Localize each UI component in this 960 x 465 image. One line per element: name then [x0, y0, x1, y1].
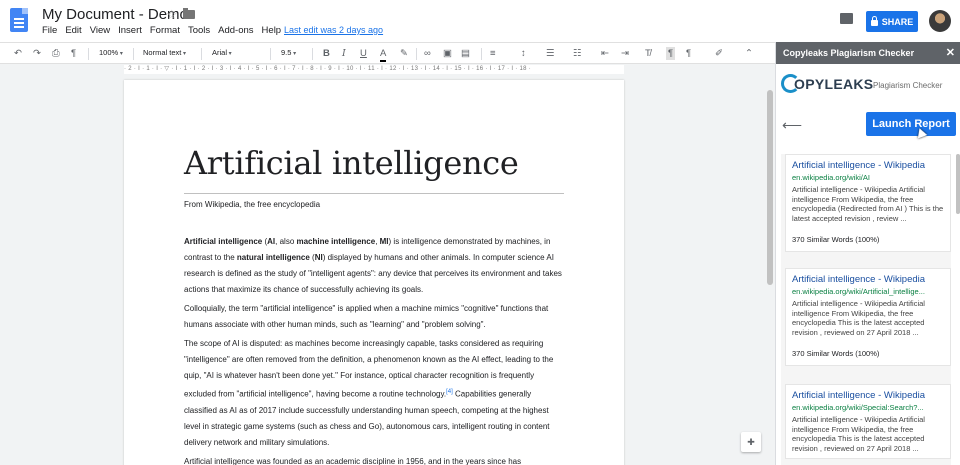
numbered-list-icon[interactable]: ☰: [546, 47, 555, 60]
increase-indent-icon[interactable]: ⇥: [621, 47, 629, 60]
menu-edit[interactable]: Edit: [65, 25, 81, 36]
result-count: 370 Similar Words (100%): [792, 235, 880, 244]
bulleted-list-icon[interactable]: ☷: [573, 47, 582, 60]
result-title[interactable]: Artificial intelligence - Wikipedia: [792, 390, 944, 401]
result-snippet: Artificial intelligence - Wikipedia Arti…: [792, 415, 925, 453]
undo-icon[interactable]: ↶: [14, 47, 22, 60]
formatting-toolbar: ↶ ↷ ⎙ ¶ 100% Normal text Arial 9.5 B I U…: [0, 42, 775, 64]
paragraph-4: Artificial intelligence was founded as a…: [184, 456, 522, 465]
body-text: Artificial intelligence (AI, also machin…: [184, 234, 566, 465]
ruler: · 2 · I · 1 · I · ▽ · I · 1 · I · 2 · I …: [0, 64, 775, 75]
menu-bar: File Edit View Insert Format Tools Add-o…: [42, 25, 289, 36]
result-url[interactable]: en.wikipedia.org/wiki/Special:Search?...: [792, 403, 944, 412]
logo-text: OPYLEAKS: [794, 76, 874, 92]
menu-format[interactable]: Format: [150, 25, 180, 36]
result-card[interactable]: Artificial intelligence - Wikipedia en.w…: [785, 154, 951, 252]
panel-title: Copyleaks Plagiarism Checker: [783, 48, 915, 58]
explore-button[interactable]: ✚: [741, 432, 761, 452]
collapse-toolbar-icon[interactable]: ⌃: [745, 47, 753, 60]
style-select[interactable]: Normal text: [143, 48, 186, 57]
logo-subtitle: Plagiarism Checker: [873, 81, 943, 90]
font-size-select[interactable]: 9.5: [281, 48, 296, 57]
result-snippet: Artificial intelligence - Wikipedia Arti…: [792, 299, 925, 337]
page-title: Artificial intelligence: [184, 144, 519, 182]
print-icon[interactable]: ⎙: [52, 47, 60, 60]
lock-icon: [870, 15, 878, 26]
citation-link[interactable]: [4]: [446, 389, 453, 395]
insert-image-icon[interactable]: ▤: [461, 47, 470, 60]
menu-insert[interactable]: Insert: [118, 25, 142, 36]
menu-addons[interactable]: Add-ons: [218, 25, 253, 36]
pen-mode-icon[interactable]: ✐: [715, 47, 723, 60]
ruler-scale[interactable]: · 2 · I · 1 · I · ▽ · I · 1 · I · 2 · I …: [124, 65, 624, 74]
page-subtitle: From Wikipedia, the free encyclopedia: [184, 200, 321, 209]
decrease-indent-icon[interactable]: ⇤: [601, 47, 609, 60]
line-spacing-icon[interactable]: ↕: [521, 47, 526, 60]
link-icon[interactable]: ∞: [424, 47, 431, 60]
paragraph-1: Artificial intelligence (AI, also machin…: [184, 237, 562, 294]
menu-tools[interactable]: Tools: [188, 25, 210, 36]
result-card[interactable]: Artificial intelligence - Wikipedia en.w…: [785, 268, 951, 366]
clear-formatting-icon[interactable]: T̸: [645, 47, 651, 60]
last-edit-link[interactable]: Last edit was 2 days ago: [284, 25, 383, 35]
redo-icon[interactable]: ↷: [33, 47, 41, 60]
star-icon[interactable]: ☆: [166, 7, 178, 23]
share-button[interactable]: SHARE: [866, 11, 918, 32]
align-icon[interactable]: ≡: [490, 47, 496, 60]
insert-comment-icon[interactable]: ▣: [443, 47, 452, 60]
text-color-icon[interactable]: A: [380, 47, 387, 62]
rtl-icon[interactable]: ¶: [686, 47, 691, 60]
font-select[interactable]: Arial: [212, 48, 232, 57]
bold-icon[interactable]: B: [323, 47, 330, 60]
launch-report-button[interactable]: Launch Report: [866, 112, 956, 136]
result-snippet: Artificial intelligence - Wikipedia Arti…: [792, 185, 944, 223]
results-list: Artificial intelligence - Wikipedia en.w…: [781, 154, 951, 465]
zoom-select[interactable]: 100%: [99, 48, 123, 57]
title-divider: [184, 193, 564, 194]
docs-header: My Document - Demo ☆ File Edit View Inse…: [0, 0, 960, 42]
document-scrollbar[interactable]: [767, 90, 773, 285]
result-title[interactable]: Artificial intelligence - Wikipedia: [792, 160, 944, 171]
share-label: SHARE: [881, 16, 914, 27]
highlight-icon[interactable]: ✎: [400, 47, 408, 60]
avatar[interactable]: [929, 10, 951, 32]
docs-logo-icon[interactable]: [10, 8, 28, 32]
copyleaks-logo: OPYLEAKS: [781, 74, 874, 94]
back-arrow-icon[interactable]: ⟵: [782, 117, 802, 134]
result-card[interactable]: Artificial intelligence - Wikipedia en.w…: [785, 384, 951, 459]
copyleaks-panel: Copyleaks Plagiarism Checker ✕ OPYLEAKS …: [775, 42, 960, 465]
comment-icon[interactable]: [840, 13, 853, 24]
underline-icon[interactable]: U: [360, 47, 367, 60]
result-url[interactable]: en.wikipedia.org/wiki/AI: [792, 173, 944, 182]
menu-help[interactable]: Help: [262, 25, 282, 36]
explore-icon: ✚: [747, 436, 755, 447]
result-count: 370 Similar Words (100%): [792, 349, 880, 358]
ltr-icon[interactable]: ¶: [666, 47, 676, 60]
menu-view[interactable]: View: [90, 25, 110, 36]
paragraph-3: The scope of AI is disputed: as machines…: [184, 339, 554, 447]
panel-header: Copyleaks Plagiarism Checker ✕: [776, 42, 960, 64]
menu-file[interactable]: File: [42, 25, 57, 36]
paint-format-icon[interactable]: ¶: [71, 47, 76, 60]
paragraph-2: Colloquially, the term "artificial intel…: [184, 304, 549, 329]
close-icon[interactable]: ✕: [946, 46, 955, 59]
result-url[interactable]: en.wikipedia.org/wiki/Artificial_intelli…: [792, 287, 944, 296]
panel-scrollbar[interactable]: [956, 154, 960, 214]
result-title[interactable]: Artificial intelligence - Wikipedia: [792, 274, 944, 285]
document-page[interactable]: Artificial intelligence From Wikipedia, …: [124, 80, 624, 465]
folder-icon[interactable]: [183, 8, 195, 19]
italic-icon[interactable]: I: [342, 47, 346, 60]
